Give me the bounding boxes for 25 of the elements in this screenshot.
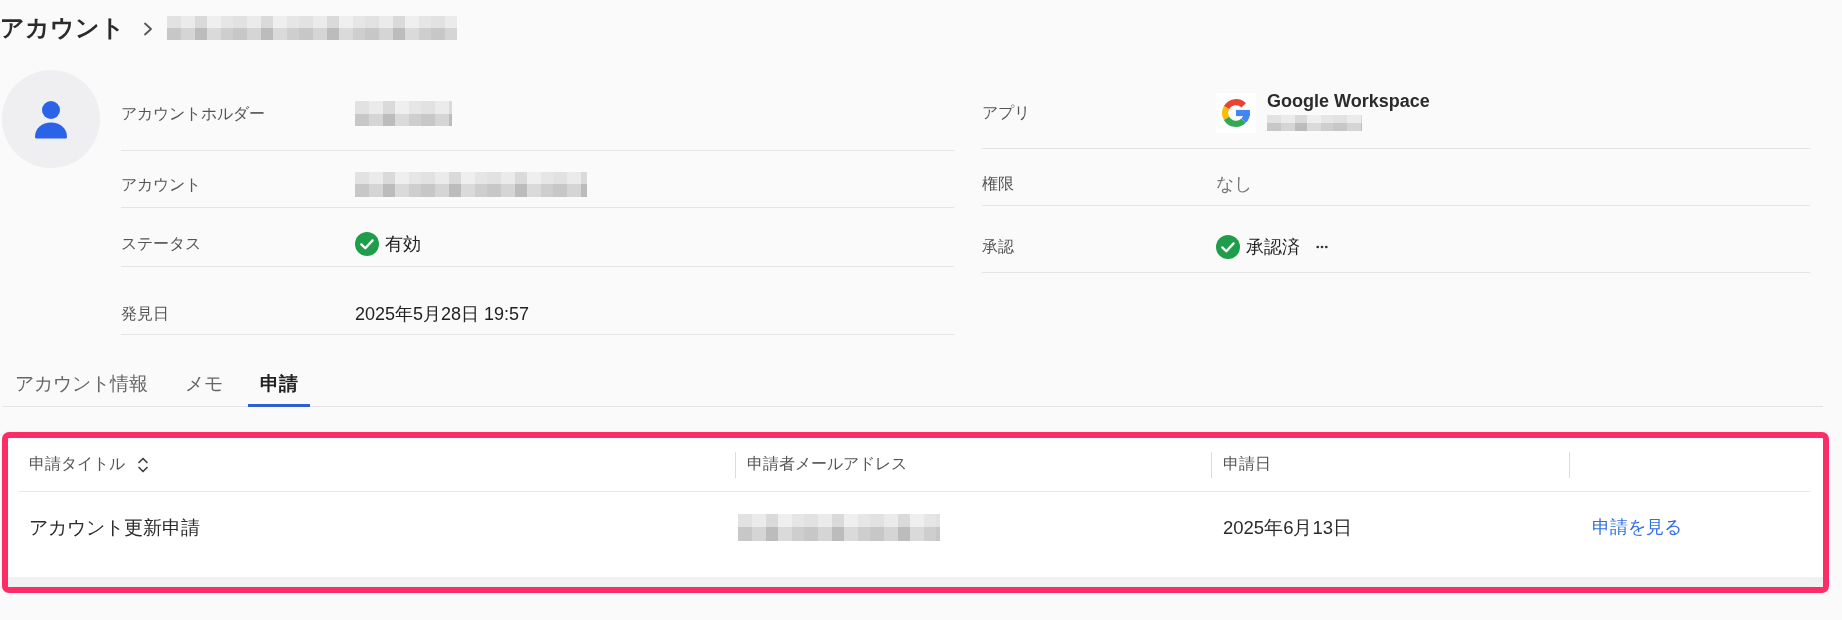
field-label: 権限 (982, 174, 1015, 194)
column-header: 申請日 (1211, 438, 1569, 491)
more-icon[interactable] (1316, 245, 1328, 249)
field-value: なし (1216, 173, 1252, 196)
field-label: アカウントホルダー (121, 103, 266, 124)
tab[interactable]: メモ (173, 362, 235, 407)
table-cell-text: 2025年6月13日 (1223, 515, 1353, 540)
sort-icon[interactable] (137, 455, 149, 474)
field-label: ステータス (121, 234, 202, 254)
field-value: 2025年5月28日 19:57 (355, 303, 530, 326)
status-text: 有効 (385, 233, 421, 256)
field-label: 発見日 (121, 304, 170, 324)
view-request-link[interactable]: 申請を見る (1592, 515, 1682, 539)
field-label: アカウント (121, 175, 202, 195)
status-text: 承認済 (1246, 236, 1300, 259)
column-header[interactable]: 申請タイトル (18, 438, 735, 491)
tab[interactable]: アカウント情報 (3, 362, 160, 407)
chevron-right-icon (143, 22, 153, 36)
page-title: アカウント (0, 13, 125, 43)
column-header: 申請者メールアドレス (735, 438, 1211, 491)
table-cell-text: アカウント更新申請 (29, 515, 200, 540)
field-label: アプリ (982, 102, 1031, 123)
field-label: 承認 (982, 237, 1015, 257)
tab[interactable]: 申請 (248, 362, 310, 407)
app-name: Google Workspace (1267, 90, 1430, 112)
